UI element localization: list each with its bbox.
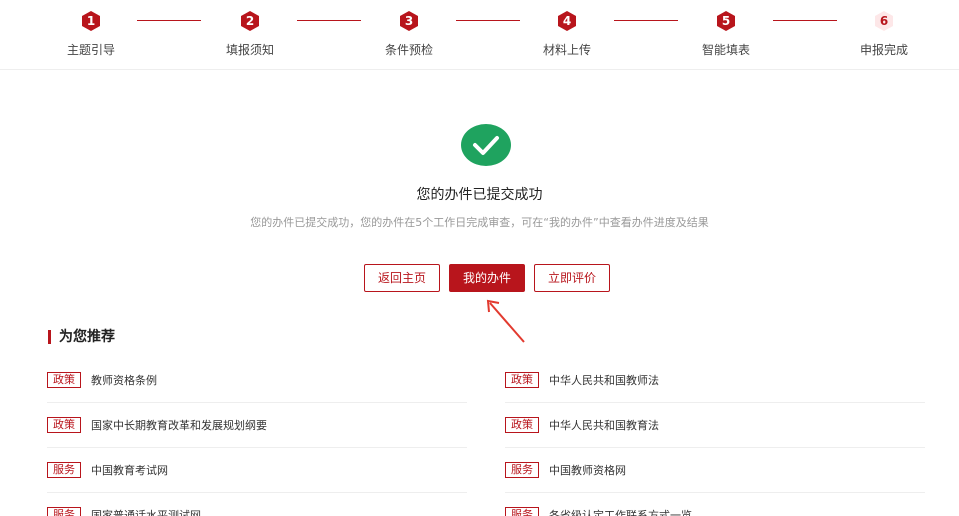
step-label: 填报须知 bbox=[225, 43, 274, 57]
step-4: 4 材料上传 bbox=[527, 10, 607, 58]
step-2: 2 填报须知 bbox=[210, 10, 290, 58]
list-item-link[interactable]: 中华人民共和国教师法 bbox=[549, 372, 659, 388]
service-tag: 服务 bbox=[505, 507, 539, 516]
list-item[interactable]: 服务 国家普通话水平测试网 bbox=[47, 493, 467, 516]
step-connector bbox=[456, 20, 520, 21]
list-item-link[interactable]: 教师资格条例 bbox=[91, 372, 157, 388]
list-item-link[interactable]: 中国教师资格网 bbox=[549, 462, 626, 478]
step-hexagon-icon: 3 bbox=[398, 10, 420, 32]
step-label: 材料上传 bbox=[542, 43, 591, 57]
list-item[interactable]: 政策 中华人民共和国教师法 bbox=[505, 358, 925, 403]
list-item[interactable]: 服务 各省级认定工作联系方式一览 bbox=[505, 493, 925, 516]
action-buttons: 返回主页 我的办件 立即评价 bbox=[0, 264, 959, 292]
list-item[interactable]: 政策 教师资格条例 bbox=[47, 358, 467, 403]
list-item-link[interactable]: 中华人民共和国教育法 bbox=[549, 417, 659, 433]
step-hexagon-icon: 4 bbox=[556, 10, 578, 32]
step-3: 3 条件预检 bbox=[369, 10, 449, 58]
step-hexagon-icon: 5 bbox=[715, 10, 737, 32]
step-label: 申报完成 bbox=[859, 43, 908, 57]
step-5: 5 智能填表 bbox=[686, 10, 766, 58]
progress-steps: 1 主题引导 2 填报须知 3 条件预检 4 材料上传 5 智能填表 6 申报完… bbox=[0, 0, 959, 70]
recommend-title: 为您推荐 bbox=[48, 330, 115, 344]
step-number: 4 bbox=[562, 14, 572, 28]
step-hexagon-icon: 6 bbox=[873, 10, 895, 32]
list-item-link[interactable]: 国家普通话水平测试网 bbox=[91, 507, 201, 516]
service-tag: 服务 bbox=[505, 462, 539, 478]
list-item[interactable]: 服务 中国教育考试网 bbox=[47, 448, 467, 493]
step-label: 条件预检 bbox=[384, 43, 433, 57]
annotation-arrow-icon bbox=[486, 299, 525, 343]
step-6: 6 申报完成 bbox=[844, 10, 924, 58]
step-number: 1 bbox=[86, 14, 96, 28]
list-item[interactable]: 服务 中国教师资格网 bbox=[505, 448, 925, 493]
step-connector bbox=[137, 20, 201, 21]
recommend-list-right: 政策 中华人民共和国教师法 政策 中华人民共和国教育法 服务 中国教师资格网 服… bbox=[505, 358, 925, 516]
step-connector bbox=[614, 20, 678, 21]
step-number: 2 bbox=[245, 14, 255, 28]
list-item[interactable]: 政策 中华人民共和国教育法 bbox=[505, 403, 925, 448]
list-item-link[interactable]: 中国教育考试网 bbox=[91, 462, 168, 478]
policy-tag: 政策 bbox=[47, 372, 81, 388]
success-description: 您的办件已提交成功，您的办件在5个工作日完成审查，可在“我的办件”中查看办件进度… bbox=[250, 216, 709, 229]
step-number: 3 bbox=[404, 14, 414, 28]
list-item-link[interactable]: 国家中长期教育改革和发展规划纲要 bbox=[91, 417, 267, 433]
step-hexagon-icon: 1 bbox=[80, 10, 102, 32]
evaluate-button[interactable]: 立即评价 bbox=[534, 264, 610, 292]
list-item[interactable]: 政策 国家中长期教育改革和发展规划纲要 bbox=[47, 403, 467, 448]
policy-tag: 政策 bbox=[505, 417, 539, 433]
step-label: 主题引导 bbox=[66, 43, 115, 57]
policy-tag: 政策 bbox=[47, 417, 81, 433]
step-hexagon-icon: 2 bbox=[239, 10, 261, 32]
step-label: 智能填表 bbox=[701, 43, 750, 57]
step-connector bbox=[773, 20, 837, 21]
step-1: 1 主题引导 bbox=[51, 10, 131, 58]
service-tag: 服务 bbox=[47, 507, 81, 516]
success-title: 您的办件已提交成功 bbox=[416, 187, 543, 203]
recommend-list-left: 政策 教师资格条例 政策 国家中长期教育改革和发展规划纲要 服务 中国教育考试网… bbox=[47, 358, 467, 516]
return-home-button[interactable]: 返回主页 bbox=[364, 264, 440, 292]
service-tag: 服务 bbox=[47, 462, 81, 478]
step-number: 5 bbox=[721, 14, 731, 28]
my-items-button[interactable]: 我的办件 bbox=[449, 264, 525, 292]
step-connector bbox=[297, 20, 361, 21]
list-item-link[interactable]: 各省级认定工作联系方式一览 bbox=[549, 507, 692, 516]
policy-tag: 政策 bbox=[505, 372, 539, 388]
step-number: 6 bbox=[879, 14, 889, 28]
check-circle-icon bbox=[461, 124, 511, 166]
